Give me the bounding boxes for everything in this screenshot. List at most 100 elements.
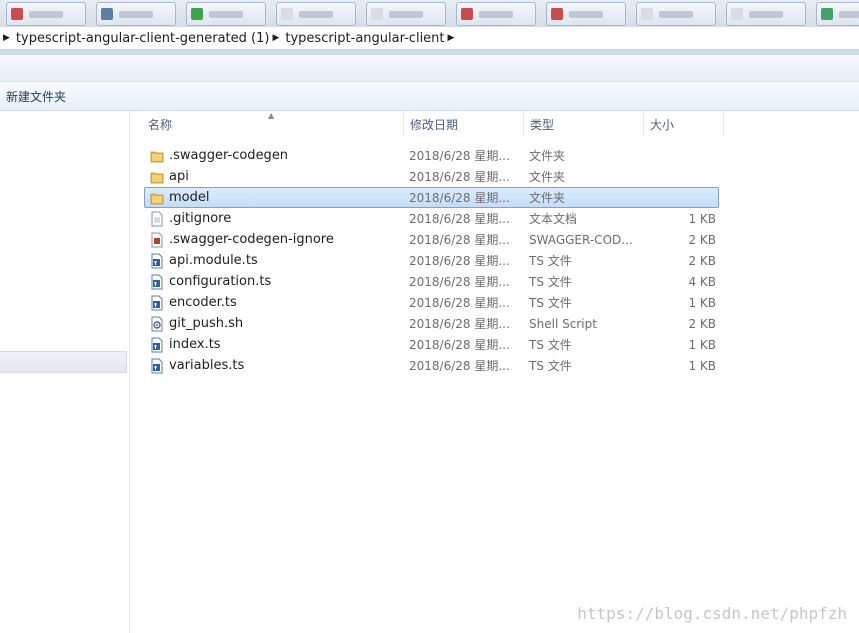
taskbar-button[interactable] — [96, 2, 176, 26]
file-name: index.ts — [169, 337, 221, 352]
taskbar-button[interactable] — [366, 2, 446, 26]
file-row[interactable]: api 2018/6/28 星期... 文件夹 — [144, 166, 719, 187]
ts-file-icon — [150, 358, 164, 374]
nav-item-selected[interactable] — [0, 351, 127, 373]
file-size — [649, 146, 716, 165]
app-icon — [191, 8, 203, 20]
text-file-icon — [150, 211, 164, 227]
column-header-name[interactable]: 名称 — [142, 111, 404, 137]
file-row[interactable]: variables.ts 2018/6/28 星期... TS 文件 1 KB — [144, 355, 719, 376]
file-name: .swagger-codegen-ignore — [169, 232, 334, 247]
file-name: .swagger-codegen — [169, 148, 289, 163]
file-date: 2018/6/28 星期... — [409, 275, 510, 289]
app-icon — [461, 8, 473, 20]
file-size: 2 KB — [688, 254, 716, 268]
file-row[interactable]: git_push.sh 2018/6/28 星期... Shell Script 2 … — [144, 313, 719, 334]
breadcrumb-segment[interactable]: typescript-angular-client — [285, 31, 444, 46]
taskbar-button[interactable] — [456, 2, 536, 26]
file-type: TS 文件 — [529, 359, 572, 373]
file-date: 2018/6/28 星期... — [409, 317, 510, 331]
file-date: 2018/6/28 星期... — [409, 149, 510, 163]
shell-script-icon — [150, 316, 164, 332]
file-row[interactable]: .swagger-codegen-ignore 2018/6/28 星期... SW… — [144, 229, 719, 250]
folder-icon — [150, 190, 164, 206]
file-type: TS 文件 — [529, 338, 572, 352]
chevron-right-icon[interactable]: ▶ — [272, 33, 279, 43]
file-row[interactable]: api.module.ts 2018/6/28 星期... TS 文件 2 KB — [144, 250, 719, 271]
breadcrumb[interactable]: ▶ typescript-angular-client-generated (1… — [0, 27, 859, 50]
file-type: TS 文件 — [529, 296, 572, 310]
file-row[interactable]: index.ts 2018/6/28 星期... TS 文件 1 KB — [144, 334, 719, 355]
app-icon — [641, 8, 653, 20]
ts-file-icon — [150, 253, 164, 269]
file-type: 文件夹 — [529, 170, 566, 184]
file-size: 1 KB — [688, 338, 716, 352]
file-size — [649, 167, 716, 186]
column-header-type[interactable]: 类型 — [524, 111, 644, 137]
file-row[interactable]: .swagger-codegen 2018/6/28 星期... 文件夹 — [144, 145, 719, 166]
column-header-date[interactable]: 修改日期 — [404, 111, 524, 137]
file-date: 2018/6/28 星期... — [409, 212, 510, 226]
ts-file-icon — [150, 337, 164, 353]
file-size: 2 KB — [688, 233, 716, 247]
file-row[interactable]: .gitignore 2018/6/28 星期... 文本文档 1 KB — [144, 208, 719, 229]
file-name: model — [169, 190, 210, 205]
file-size: 1 KB — [688, 296, 716, 310]
file-size: 1 KB — [688, 212, 716, 226]
file-type: TS 文件 — [529, 254, 572, 268]
file-type: Shell Script — [529, 317, 597, 331]
file-row[interactable]: configuration.ts 2018/6/28 星期... TS 文件 4 KB — [144, 271, 719, 292]
taskbar-button[interactable] — [186, 2, 266, 26]
chevron-right-icon[interactable]: ▶ — [3, 33, 10, 43]
file-name: encoder.ts — [169, 295, 237, 310]
file-date: 2018/6/28 星期... — [409, 170, 510, 184]
command-bar: 新建文件夹 — [0, 82, 859, 111]
app-icon — [371, 8, 383, 20]
new-folder-button[interactable]: 新建文件夹 — [6, 88, 66, 105]
taskbar-button[interactable] — [726, 2, 806, 26]
folder-icon — [150, 169, 164, 185]
taskbar-button[interactable] — [6, 2, 86, 26]
file-size: 4 KB — [688, 275, 716, 289]
file-type: SWAGGER-COD... — [529, 233, 633, 247]
file-date: 2018/6/28 星期... — [409, 254, 510, 268]
file-name: .gitignore — [169, 211, 232, 226]
taskbar-button[interactable] — [636, 2, 716, 26]
taskbar-button[interactable] — [276, 2, 356, 26]
taskbar-button[interactable] — [546, 2, 626, 26]
file-date: 2018/6/28 星期... — [409, 359, 510, 373]
file-size: 1 KB — [688, 359, 716, 373]
taskbar-button[interactable] — [816, 2, 859, 26]
app-icon — [11, 8, 23, 20]
file-size — [649, 188, 716, 207]
navigation-pane[interactable] — [0, 111, 130, 633]
ts-file-icon — [150, 274, 164, 290]
column-header-size[interactable]: 大小 — [644, 111, 724, 137]
file-row[interactable]: encoder.ts 2018/6/28 星期... TS 文件 1 KB — [144, 292, 719, 313]
taskbar — [0, 0, 859, 28]
file-type: 文件夹 — [529, 149, 566, 163]
chevron-right-icon[interactable]: ▶ — [448, 33, 455, 43]
generic-file-icon — [150, 232, 164, 248]
file-name: variables.ts — [169, 358, 245, 373]
file-date: 2018/6/28 星期... — [409, 296, 510, 310]
column-headers: ▲ 名称 修改日期 类型 大小 — [130, 111, 859, 137]
file-name: configuration.ts — [169, 274, 272, 289]
ts-file-icon — [150, 295, 164, 311]
file-name: api.module.ts — [169, 253, 258, 268]
watermark: https://blog.csdn.net/phpfzh — [577, 604, 847, 623]
file-row[interactable]: model 2018/6/28 星期... 文件夹 — [144, 187, 719, 208]
file-type: TS 文件 — [529, 275, 572, 289]
file-date: 2018/6/28 星期... — [409, 191, 510, 205]
file-date: 2018/6/28 星期... — [409, 338, 510, 352]
app-icon — [731, 8, 743, 20]
file-type: 文件夹 — [529, 191, 566, 205]
file-list[interactable]: ▲ 名称 修改日期 类型 大小 .swagger-codegen 2018/6/2… — [130, 111, 859, 633]
file-name: git_push.sh — [169, 316, 244, 331]
menu-strip — [0, 55, 859, 82]
breadcrumb-segment[interactable]: typescript-angular-client-generated (1) — [16, 31, 270, 46]
file-size: 2 KB — [688, 317, 716, 331]
file-name: api — [169, 169, 189, 184]
app-icon — [551, 8, 563, 20]
app-icon — [101, 8, 113, 20]
